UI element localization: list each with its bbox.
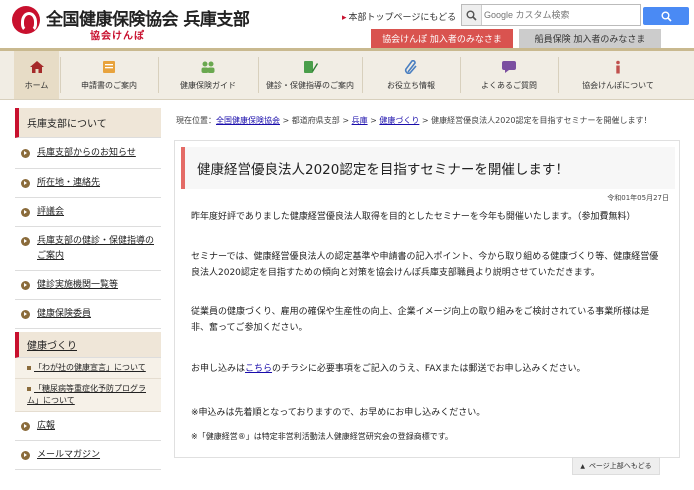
paragraph-notice: ※申込みは先着順となっておりますので、お早めにお申し込みください。 (191, 408, 486, 418)
logo-icon[interactable] (12, 6, 40, 34)
nav-label: よくあるご質問 (481, 80, 537, 90)
square-bullet-icon (27, 365, 31, 370)
sidebar-item-location[interactable]: 所在地・連絡先 (15, 169, 161, 198)
sidebar-subitem-label: 「わが社の健康宣言」について (34, 363, 146, 372)
nav-label: お役立ち情報 (387, 80, 435, 90)
breadcrumb-prefix: 現在位置： (176, 116, 216, 125)
application-text: お申し込みは (191, 364, 246, 374)
search-input[interactable] (484, 6, 634, 24)
speech-bubble-icon (502, 60, 516, 73)
info-icon (616, 60, 620, 73)
application-text: のチラシに必要事項をご記入のうえ、FAXまたは郵送でお申し込みください。 (272, 364, 586, 374)
paperclip-icon (404, 59, 417, 74)
nav-forms[interactable]: 申請書のご案内 (62, 51, 156, 99)
sidebar-item-institutions[interactable]: 健診実施機関一覧等 (15, 271, 161, 300)
sidebar-item-notices[interactable]: 兵庫支部からのお知らせ (15, 138, 161, 169)
site-subtitle: 協会けんぽ (90, 31, 145, 42)
sidebar-item-label: 評議会 (37, 207, 65, 217)
breadcrumb-link-hyogo[interactable]: 兵庫 (352, 116, 368, 125)
sidebar-item-checkup-guide[interactable]: 兵庫支部の健診・保健指導のご案内 (15, 227, 161, 271)
sidebar: 兵庫支部について 兵庫支部からのお知らせ 所在地・連絡先 評議会 兵庫支部の健診… (15, 108, 161, 470)
flyer-link[interactable]: こちら (245, 364, 272, 374)
sidebar-item-label: 所在地・連絡先 (37, 178, 101, 188)
sidebar-item-pr[interactable]: 広報 (15, 412, 161, 441)
arrow-bullet-icon (21, 149, 30, 158)
sidebar-heading-health[interactable]: 健康づくり (15, 332, 161, 358)
nav-label: 健康保険ガイド (180, 80, 236, 90)
arrow-bullet-icon (21, 179, 30, 188)
search-icon (462, 5, 482, 25)
article: 健康経営優良法人2020認定を目指すセミナーを開催します！ 令和01年05月27… (174, 140, 680, 458)
search-icon (661, 11, 672, 22)
arrow-bullet-icon (21, 281, 30, 290)
arrow-bullet-icon (21, 208, 30, 217)
sidebar-subitem-diabetes-program[interactable]: 「糖尿病等重症化予防プログラム」について (15, 379, 161, 412)
tab-members[interactable]: 協会けんぽ 加入者のみなさま (371, 29, 513, 48)
back-to-top-label: ページ上部へもどる (588, 462, 652, 470)
square-bullet-icon (27, 386, 31, 391)
document-icon (103, 60, 115, 73)
arrow-bullet-icon (21, 422, 30, 431)
paragraph-seminar: セミナーでは、健康経営優良法人の認定基準や申請書の記入ポイント、今から取り組める… (191, 252, 659, 278)
house-icon (29, 60, 44, 73)
nav-label: 健診・保健指導のご案内 (266, 80, 354, 90)
sidebar-subitem-health-declaration[interactable]: 「わが社の健康宣言」について (15, 358, 161, 379)
clipboard-pen-icon (304, 60, 318, 73)
site-title[interactable]: 全国健康保険協会 兵庫支部 (46, 5, 250, 30)
back-to-top-button[interactable]: ▲ ページ上部へもどる (572, 457, 660, 475)
sidebar-item-label: メールマガジン (37, 450, 101, 460)
arrow-right-icon: ▸ (342, 13, 347, 23)
breadcrumb-separator: > (367, 116, 380, 125)
paragraph-application: お申し込みはこちらのチラシに必要事項をご記入のうえ、FAXまたは郵送でお申し込み… (191, 361, 661, 377)
sidebar-item-mail-magazine[interactable]: メールマガジン (15, 441, 161, 470)
nav-insurance-guide[interactable]: 健康保険ガイド (160, 51, 256, 99)
sidebar-item-council[interactable]: 評議会 (15, 198, 161, 227)
sidebar-item-label: 兵庫支部の健診・保健指導のご案内 (37, 236, 155, 261)
publish-date: 令和01年05月27日 (607, 194, 669, 202)
nav-about[interactable]: 協会けんぽについて (560, 51, 676, 99)
breadcrumb-text: > 都道府県支部 > (280, 116, 352, 125)
tab-ship-insurance[interactable]: 船員保険 加入者のみなさま (519, 29, 661, 48)
sidebar-heading-about[interactable]: 兵庫支部について (15, 108, 161, 138)
search-box (461, 4, 641, 26)
arrow-bullet-icon (21, 310, 30, 319)
nav-checkup[interactable]: 健診・保健指導のご案内 (260, 51, 360, 99)
global-nav: ホーム 申請書のご案内 健康保険ガイド 健診・保健指導のご案内 お役立ち情報 よ… (0, 48, 694, 100)
arrow-bullet-icon (21, 237, 30, 246)
sidebar-subitem-label: 「糖尿病等重症化予防プログラム」について (27, 384, 146, 405)
paragraph-intro: 昨年度好評でありました健康経営優良法人取得を目的としたセミナーを今年も開催いたし… (191, 212, 636, 222)
site-header: 全国健康保険協会 兵庫支部 協会けんぽ ▸本部トップページにもどる 協会けんぽ … (0, 0, 694, 48)
breadcrumb-link-health[interactable]: 健康づくり (379, 116, 419, 125)
arrow-bullet-icon (21, 451, 30, 460)
nav-home[interactable]: ホーム (14, 51, 59, 99)
page-title: 健康経営優良法人2020認定を目指すセミナーを開催します！ (181, 147, 675, 189)
search-button[interactable] (643, 7, 689, 25)
sidebar-item-label: 広報 (37, 421, 56, 431)
paragraph-invitation: 従業員の健康づくり、雇用の確保や生産性の向上、企業イメージ向上の取り組みをご検討… (191, 307, 650, 333)
top-page-link[interactable]: ▸ 本部トップページにもどる (342, 10, 456, 23)
nav-label: ホーム (24, 80, 49, 90)
breadcrumb-link-home[interactable]: 全国健康保険協会 (216, 116, 280, 125)
top-page-link-label: 本部トップページにもどる (348, 13, 457, 23)
nav-label: 申請書のご案内 (81, 80, 137, 90)
sidebar-item-label: 兵庫支部からのお知らせ (37, 148, 136, 158)
breadcrumb: 現在位置：全国健康保険協会 > 都道府県支部 > 兵庫 > 健康づくり > 健康… (176, 115, 652, 126)
caret-up-icon: ▲ (580, 462, 585, 470)
nav-label: 協会けんぽについて (582, 80, 654, 90)
sidebar-item-committee[interactable]: 健康保険委員 (15, 300, 161, 329)
breadcrumb-current: > 健康経営優良法人2020認定を目指すセミナーを開催します！ (419, 116, 652, 125)
nav-faq[interactable]: よくあるご質問 (462, 51, 556, 99)
sidebar-item-label: 健診実施機関一覧等 (37, 280, 119, 290)
nav-useful-info[interactable]: お役立ち情報 (364, 51, 458, 99)
sidebar-item-label: 健康保険委員 (37, 309, 92, 319)
trademark-note: ※「健康経営®」は特定非営利活動法人健康経営研究会の登録商標です。 (191, 432, 453, 441)
people-icon (201, 61, 215, 73)
